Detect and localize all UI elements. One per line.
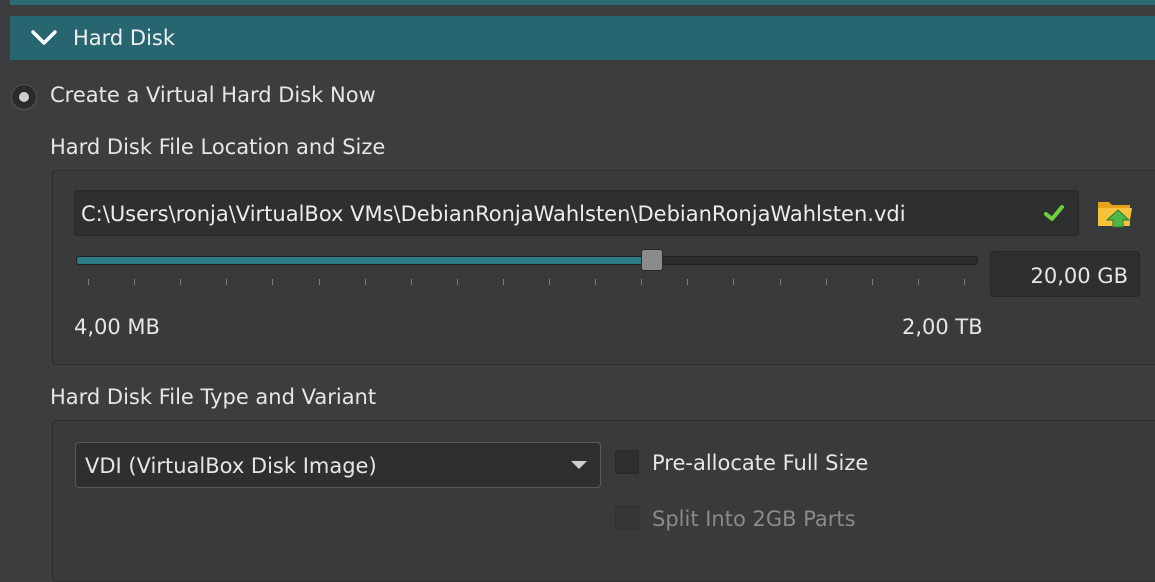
create-disk-radio-label[interactable]: Create a Virtual Hard Disk Now [50,83,376,107]
slider-tick [733,279,735,285]
preallocate-checkbox[interactable] [615,450,639,474]
slider-tick [134,279,136,285]
disk-path-input[interactable]: C:\Users\ronja\VirtualBox VMs\DebianRonj… [74,190,1079,236]
slider-tick [687,279,689,285]
dropdown-arrow-icon [571,461,587,469]
slider-tick [825,279,827,285]
disk-format-select[interactable]: VDI (VirtualBox Disk Image) [75,442,601,488]
slider-tick [226,279,228,285]
slider-tick [364,279,366,285]
slider-tick [549,279,551,285]
slider-tick [641,279,643,285]
disk-path-value: C:\Users\ronja\VirtualBox VMs\DebianRonj… [81,202,906,226]
folder-icon[interactable] [1096,195,1134,229]
split-2gb-label[interactable]: Split Into 2GB Parts [652,507,856,531]
slider-tick [180,279,182,285]
slider-tick [964,279,965,285]
create-disk-radio[interactable] [11,84,37,110]
slider-max-label: 2,00 TB [902,315,983,339]
slider-tick [502,279,504,285]
disk-format-value: VDI (VirtualBox Disk Image) [85,454,377,478]
split-2gb-checkbox[interactable] [615,506,639,530]
location-group-label: Hard Disk File Location and Size [50,135,386,159]
preallocate-label[interactable]: Pre-allocate Full Size [652,451,868,475]
slider-tick [318,279,320,285]
disk-size-slider-handle[interactable] [641,249,663,271]
disk-size-slider-fill [77,257,653,264]
slider-tick [595,279,597,285]
slider-tick [272,279,274,285]
hard-disk-section-header[interactable]: Hard Disk [10,16,1155,60]
slider-tick [917,279,919,285]
slider-tick [88,279,89,285]
check-icon [1044,205,1064,221]
slider-tick [456,279,458,285]
disk-size-input[interactable]: 20,00 GB [990,251,1140,297]
slider-tick [410,279,412,285]
slider-tick [871,279,873,285]
section-title: Hard Disk [73,26,176,50]
slider-min-label: 4,00 MB [74,315,160,339]
type-group-label: Hard Disk File Type and Variant [50,385,377,409]
chevron-down-icon [31,30,57,45]
slider-ticks [76,279,976,287]
disk-size-slider-track[interactable] [76,256,978,265]
slider-tick [779,279,781,285]
top-divider [10,0,1155,5]
